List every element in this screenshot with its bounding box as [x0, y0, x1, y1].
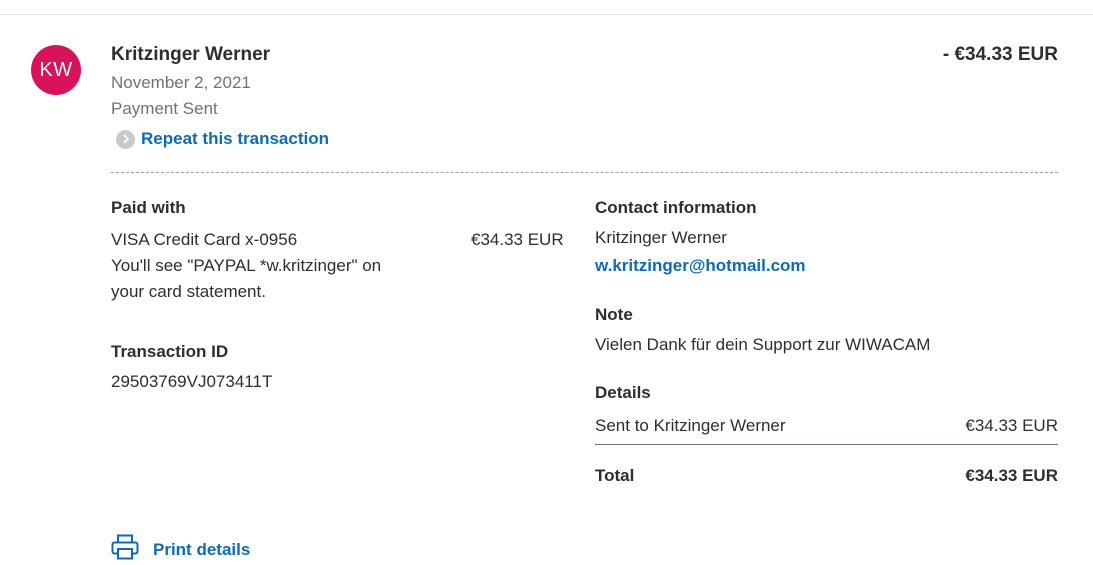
payment-card: VISA Credit Card x-0956: [111, 230, 298, 249]
statement-note-line2: your card statement.: [111, 282, 266, 301]
details-heading: Details: [595, 383, 651, 402]
total-amount: €34.33 EUR: [965, 466, 1058, 485]
transaction-id-heading: Transaction ID: [111, 342, 229, 361]
print-details-label[interactable]: Print details: [153, 540, 250, 560]
details-total-rule: [595, 444, 1058, 445]
total-label: Total: [595, 466, 635, 485]
transaction-amount: - €34.33 EUR: [942, 44, 1058, 65]
printer-icon: [111, 534, 139, 565]
details-sent-to-amount: €34.33 EUR: [965, 416, 1058, 435]
chevron-right-circle-icon: [116, 129, 135, 149]
recipient-name: Kritzinger Werner: [111, 44, 271, 65]
repeat-transaction-label[interactable]: Repeat this transaction: [141, 129, 329, 149]
note-heading: Note: [595, 305, 633, 324]
note-text: Vielen Dank für dein Support zur WIWACAM: [595, 335, 931, 354]
avatar: KW: [31, 45, 81, 95]
contact-name: Kritzinger Werner: [595, 228, 727, 247]
avatar-initials: KW: [39, 58, 73, 81]
top-divider: [0, 14, 1093, 15]
statement-note-line1: You'll see "PAYPAL *w.kritzinger" on: [111, 256, 382, 275]
paid-with-heading: Paid with: [111, 198, 186, 217]
transaction-status: Payment Sent: [111, 99, 218, 118]
details-sent-to-label: Sent to Kritzinger Werner: [595, 416, 786, 435]
transaction-id-value: 29503769VJ073411T: [111, 372, 273, 391]
payment-card-amount: €34.33 EUR: [471, 230, 564, 249]
repeat-transaction-link[interactable]: Repeat this transaction: [116, 129, 329, 149]
section-divider: [111, 172, 1058, 173]
contact-email-link[interactable]: w.kritzinger@hotmail.com: [595, 256, 806, 276]
transaction-date: November 2, 2021: [111, 73, 251, 92]
print-details-button[interactable]: Print details: [111, 534, 250, 565]
contact-heading: Contact information: [595, 198, 757, 217]
